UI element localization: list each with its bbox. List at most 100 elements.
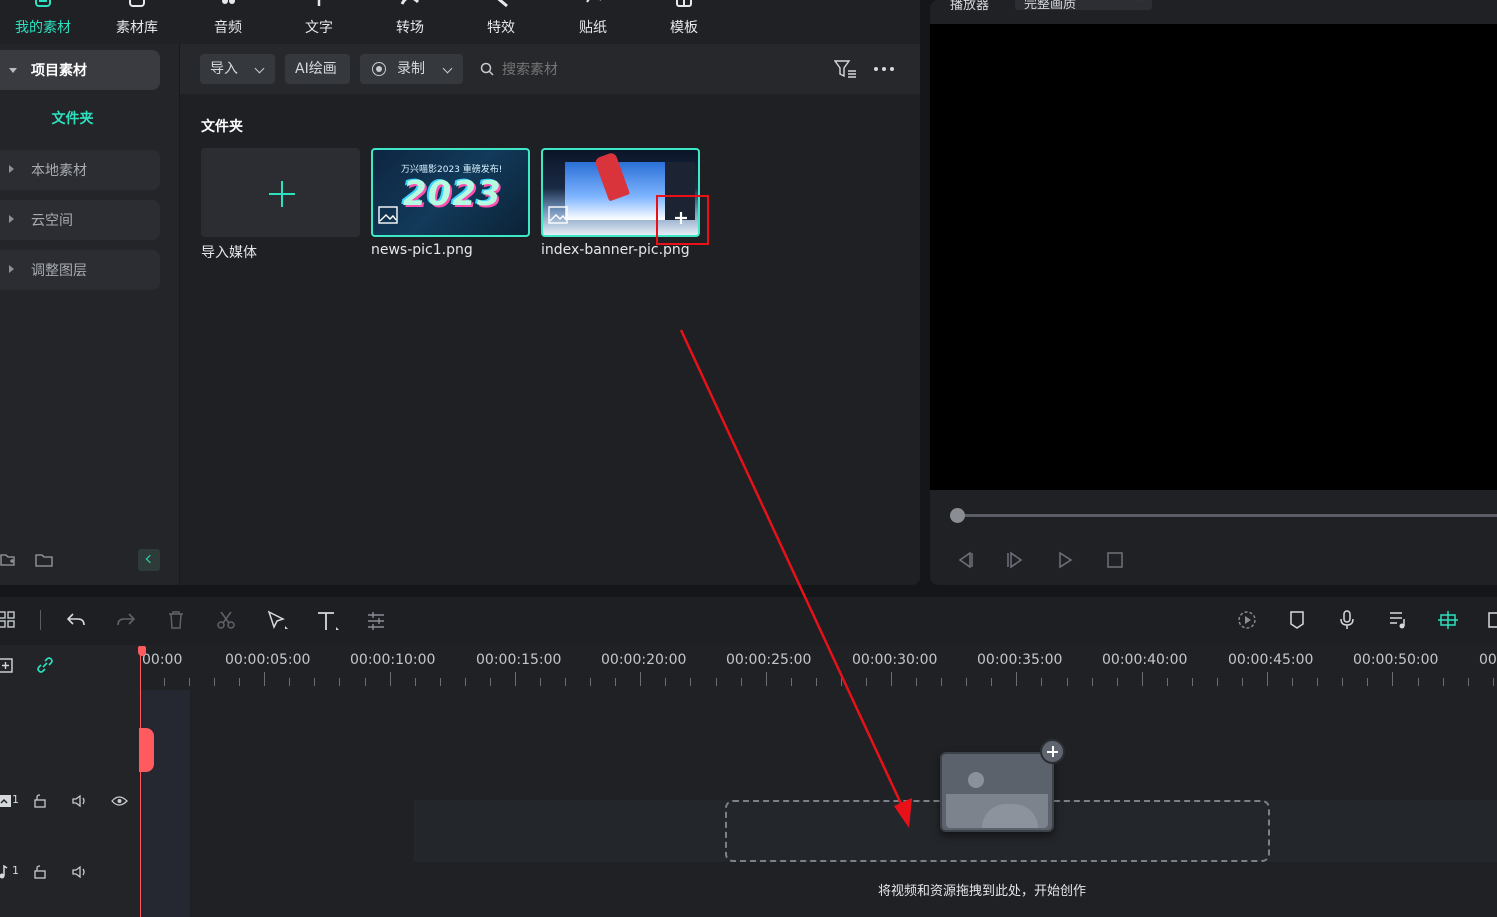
eye-visibility-icon[interactable] [111,795,128,807]
ruler-tick [1041,678,1042,686]
playhead-handle[interactable] [138,646,146,656]
tab-effects[interactable]: 特效 [461,0,541,44]
tab-sticker[interactable]: 贴纸 [553,0,633,44]
timecode-label: 00:00 [142,652,183,668]
fit-timeline-icon[interactable] [1487,610,1497,630]
split-scissors-icon[interactable] [216,610,236,630]
ruler-tick [365,678,366,686]
ruler-tick [891,672,892,686]
video-track-number: 1 [12,793,19,806]
ai-draw-button[interactable]: AI绘画 [285,54,350,84]
tab-transition[interactable]: 转场 [370,0,450,44]
sidebar-item-label: 云空间 [31,213,73,229]
lock-open-icon[interactable] [33,865,47,879]
playback-progress-track[interactable] [957,514,1497,517]
ruler-tick [1016,672,1017,686]
ruler-tick [289,678,290,686]
timecode-label: 00:00:35:00 [977,652,1063,668]
track-headers: 1 1 [0,645,140,917]
layout-grid-icon[interactable] [0,611,16,629]
audio-note-icon [222,0,235,4]
ruler-tick [1493,678,1494,686]
sidebar-item-label: 项目素材 [31,63,87,79]
search-input[interactable] [502,56,732,82]
timecode-label: 00:00:20:00 [601,652,687,668]
ruler-tick [264,672,265,686]
toolbar-divider [40,610,41,630]
volume-icon[interactable] [72,794,88,808]
ruler-tick [640,672,641,686]
ruler-tick [239,678,240,686]
timecode-label: 00:00:40:00 [1102,652,1188,668]
tab-template[interactable]: 模板 [644,0,724,44]
sidebar-item-folder[interactable]: 文件夹 [0,108,145,128]
ruler-tick [741,678,742,686]
add-track-icon[interactable] [0,657,14,673]
ruler-tick [1092,678,1093,686]
audio-track-icon [0,865,8,879]
link-icon[interactable] [36,656,54,674]
folder-icon[interactable] [35,552,53,568]
ruler-tick [1217,678,1218,686]
playback-scrubber[interactable] [950,508,965,523]
quality-dropdown[interactable]: 完整画质 [1015,0,1152,12]
adjust-sliders-icon[interactable] [366,610,386,632]
timecode-label: 00:00:05:00 [225,652,311,668]
tab-label: 模板 [670,20,698,36]
import-media-tile[interactable] [201,148,360,237]
text-icon [317,0,321,6]
image-type-icon [378,206,398,224]
tab-stock-library[interactable]: 素材库 [97,0,177,44]
tab-my-media[interactable]: 我的素材 [3,0,83,44]
sidebar-item-adjustment-layer[interactable]: 调整图层 [0,250,160,290]
filter-icon[interactable] [834,59,858,79]
audio-list-icon[interactable] [1388,610,1408,630]
stop-icon[interactable] [1106,551,1124,569]
record-dropdown[interactable]: 录制 [360,54,463,84]
transition-icon [400,0,420,5]
next-frame-icon[interactable] [1005,551,1025,569]
microphone-icon[interactable] [1339,610,1355,630]
ruler-tick [791,678,792,686]
timeline-toolbar [0,597,1497,645]
media-thumbnail-news-pic1[interactable]: 万兴喵影2023 重磅发布! 2023 [371,148,530,237]
previous-frame-icon[interactable] [955,551,975,569]
delete-icon[interactable] [167,610,185,630]
playhead-line[interactable] [140,646,141,917]
ruler-tick [665,678,666,686]
sidebar-item-local-media[interactable]: 本地素材 [0,150,160,190]
text-tool-icon[interactable] [316,610,342,632]
volume-icon[interactable] [72,865,88,879]
ruler-tick [590,678,591,686]
snap-magnet-icon[interactable] [1437,610,1459,630]
play-icon[interactable] [1056,551,1074,569]
collapse-sidebar-button[interactable] [138,549,160,571]
marker-icon[interactable] [1289,610,1305,630]
tab-label: 音频 [214,20,242,36]
more-options-icon[interactable] [874,67,894,71]
sidebar-item-project-media[interactable]: 项目素材 [0,50,160,90]
ruler-tick [565,678,566,686]
effects-icon [497,0,508,8]
playhead-drag-tab[interactable] [139,728,154,772]
ruler-tick [866,678,867,686]
timecode-label: 00:00:10:00 [350,652,436,668]
lock-open-icon[interactable] [33,794,47,808]
timeline-start-region [140,690,190,917]
new-folder-icon[interactable] [0,552,16,568]
ruler-tick [440,678,441,686]
undo-icon[interactable] [66,611,86,629]
add-badge-icon [1040,739,1065,764]
auto-playback-icon[interactable] [1237,610,1257,630]
tab-text[interactable]: 文字 [279,0,359,44]
my-media-icon [35,0,51,7]
redo-icon[interactable] [116,611,136,629]
select-tool-icon[interactable] [266,610,290,632]
import-dropdown[interactable]: 导入 [200,54,275,84]
sidebar-item-cloud-space[interactable]: 云空间 [0,200,160,240]
tab-audio[interactable]: 音频 [188,0,268,44]
ruler-tick [1392,672,1393,686]
chevron-down-icon [442,63,453,74]
annotation-highlight-box [656,195,709,245]
preview-screen [930,24,1497,490]
